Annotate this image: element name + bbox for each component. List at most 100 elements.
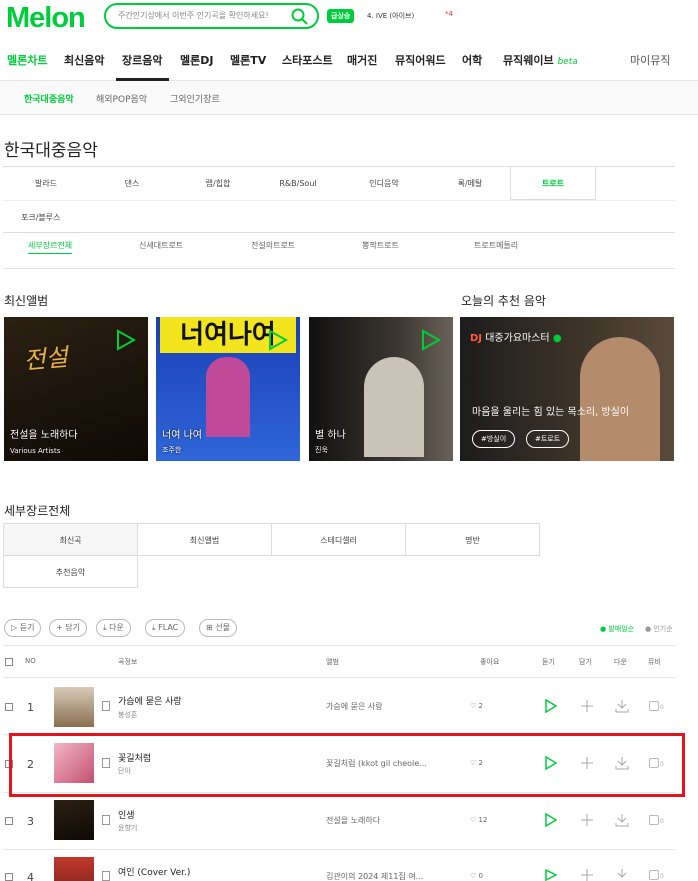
play-icon[interactable]: [268, 329, 288, 351]
album-title[interactable]: 별 하나: [315, 426, 346, 441]
subnav-kpop[interactable]: 한국대중음악: [24, 92, 74, 105]
melon-logo[interactable]: Melon: [6, 2, 86, 35]
trending-badge: 급상승: [327, 9, 355, 23]
nav-mymusic[interactable]: 마이뮤직: [630, 52, 670, 68]
genre-trot[interactable]: 트로트: [510, 167, 596, 200]
dj-photo: [580, 337, 660, 461]
subgenre-ppong[interactable]: 뽕짝트로트: [362, 240, 399, 251]
song-title[interactable]: 가슴에 묻은 사랑: [118, 694, 182, 707]
nav-dj[interactable]: 멜론DJ: [180, 52, 213, 68]
album-card[interactable]: 너여나여 너여 나여 조주한: [156, 317, 300, 461]
download-icon[interactable]: [615, 868, 629, 881]
info-icon[interactable]: [102, 815, 110, 825]
add-button[interactable]: + 담기: [49, 619, 87, 637]
like-button[interactable]: ♡ 0: [470, 872, 483, 880]
album-artist[interactable]: Various Artists: [10, 447, 60, 455]
song-album[interactable]: 전설을 노래하다: [326, 815, 446, 826]
mv-count: 0: [660, 818, 664, 825]
nav-award[interactable]: 뮤직어워드: [395, 52, 446, 68]
search-icon[interactable]: [291, 8, 309, 26]
flac-button[interactable]: ⤓ FLAC: [145, 619, 186, 637]
realtime-rank[interactable]: 4. IVE (아이브): [367, 11, 414, 21]
row-checkbox[interactable]: [5, 873, 13, 881]
album-title[interactable]: 전설을 노래하다: [10, 426, 78, 441]
download-icon[interactable]: [615, 699, 629, 713]
nav-wave[interactable]: 뮤직웨이브 beta: [503, 52, 578, 68]
song-album[interactable]: 김관이의 2024 제11집 여...: [326, 871, 446, 881]
album-thumb[interactable]: [54, 687, 94, 727]
subgenre-legend[interactable]: 전설의트로트: [251, 240, 295, 251]
select-all-checkbox[interactable]: [5, 658, 13, 666]
col-add: 담기: [579, 658, 592, 666]
album-card[interactable]: 별 하나 진욱: [309, 317, 453, 461]
play-icon[interactable]: [116, 329, 136, 351]
subgenre-new[interactable]: 신세대트로트: [139, 240, 183, 251]
info-icon[interactable]: [102, 871, 110, 881]
add-icon[interactable]: [581, 814, 593, 826]
tab-recommended[interactable]: 추천음악: [3, 555, 138, 588]
album-artist[interactable]: 조주한: [162, 445, 181, 455]
subgenre-medley[interactable]: 트로트메들리: [474, 240, 518, 251]
nav-chart[interactable]: 멜론차트: [7, 52, 47, 68]
download-button[interactable]: ⤓ 다운: [96, 619, 131, 637]
genre-hiphop[interactable]: 랩/힙합: [175, 167, 261, 200]
nav-starpost[interactable]: 스타포스트: [282, 52, 333, 68]
genre-rnb[interactable]: R&B/Soul: [255, 167, 341, 200]
like-button[interactable]: ♡ 12: [470, 816, 487, 824]
listen-button[interactable]: ▷ 듣기: [4, 619, 42, 637]
mv-icon[interactable]: [649, 701, 659, 711]
mv-icon[interactable]: [649, 870, 659, 880]
album-thumb[interactable]: [54, 857, 94, 881]
genre-ballad[interactable]: 발라드: [3, 167, 89, 200]
mv-icon[interactable]: [649, 815, 659, 825]
nav-genre[interactable]: 장르음악: [122, 52, 162, 68]
row-checkbox[interactable]: [5, 703, 13, 711]
list-heading: 세부장르전체: [4, 504, 71, 518]
add-icon[interactable]: [581, 700, 593, 712]
album-thumb[interactable]: [54, 800, 94, 840]
search-box[interactable]: 주간인기상에서 이번주 인기곡을 확인하세요!: [104, 3, 319, 29]
song-artist[interactable]: 봉성훈: [118, 710, 137, 720]
sort-popular[interactable]: ● 인기순: [645, 624, 673, 634]
play-icon[interactable]: [545, 813, 557, 827]
song-title[interactable]: 여인 (Cover Ver.): [118, 865, 190, 878]
genre-indie[interactable]: 인디음악: [341, 167, 427, 200]
nav-magazine[interactable]: 매거진: [347, 52, 377, 68]
like-button[interactable]: ♡ 2: [470, 702, 483, 710]
col-song: 곡정보: [118, 658, 138, 666]
subnav-pop[interactable]: 해외POP음악: [96, 92, 147, 105]
tab-latest-songs[interactable]: 최신곡: [3, 523, 138, 556]
tag-chip[interactable]: #방실이: [472, 430, 516, 448]
sort-release[interactable]: ● 발매일순: [600, 624, 634, 634]
genre-folk[interactable]: 포크/블루스: [3, 200, 675, 233]
tag-chip[interactable]: #트로트: [526, 430, 570, 448]
subnav-etc[interactable]: 그외인기장르: [170, 92, 220, 105]
song-album[interactable]: 가슴에 묻은 사랑: [326, 701, 446, 712]
album-card[interactable]: 전설 전설을 노래하다 Various Artists: [4, 317, 148, 461]
divider: [3, 268, 675, 269]
tab-classic[interactable]: 명반: [405, 523, 540, 556]
song-artist[interactable]: 윤향기: [118, 823, 137, 833]
play-icon[interactable]: [421, 329, 441, 351]
download-icon[interactable]: [615, 813, 629, 827]
album-title[interactable]: 너여 나여: [162, 426, 202, 441]
tab-steady[interactable]: 스테디셀러: [271, 523, 406, 556]
play-icon[interactable]: [545, 699, 557, 713]
mv-count: 0: [660, 873, 664, 880]
search-input[interactable]: 주간인기상에서 이번주 인기곡을 확인하세요!: [118, 10, 269, 21]
recommend-card[interactable]: DJ 대중가요마스터 ● 마음을 울리는 힘 있는 목소리, 방실이 #방실이 …: [460, 317, 674, 461]
gift-button[interactable]: ⊞ 선물: [199, 619, 237, 637]
nav-lang[interactable]: 어학: [462, 52, 482, 68]
tab-latest-albums[interactable]: 최신앨범: [137, 523, 272, 556]
genre-dance[interactable]: 댄스: [89, 167, 175, 200]
genre-rock[interactable]: 록/메탈: [427, 167, 513, 200]
subgenre-all[interactable]: 세부장르전체: [28, 240, 73, 254]
album-artist[interactable]: 진욱: [315, 445, 328, 455]
play-icon[interactable]: [545, 869, 557, 881]
nav-tv[interactable]: 멜론TV: [230, 52, 266, 68]
nav-latest[interactable]: 최신음악: [64, 52, 104, 68]
info-icon[interactable]: [102, 701, 110, 711]
row-checkbox[interactable]: [5, 817, 13, 825]
add-icon[interactable]: [581, 869, 593, 881]
song-title[interactable]: 인생: [118, 808, 135, 821]
